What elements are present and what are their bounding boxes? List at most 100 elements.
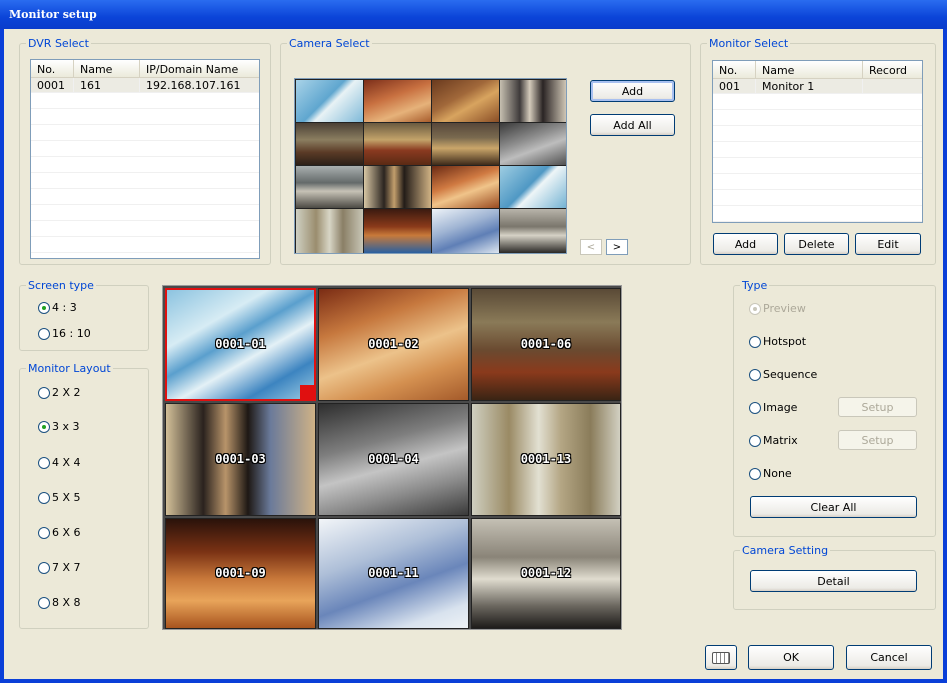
camera-add-all-button[interactable]: Add All xyxy=(590,114,675,136)
screen-type-16-10-radio[interactable]: 16 : 10 xyxy=(38,327,91,340)
camera-setting-legend: Camera Setting xyxy=(742,544,829,557)
monitor-tile[interactable]: 0001-06 xyxy=(471,288,621,401)
camera-thumb-8[interactable] xyxy=(500,123,566,165)
tile-label: 0001-13 xyxy=(520,451,572,466)
layout-2x2-radio[interactable]: 2 X 2 xyxy=(38,386,81,399)
dvr-list-header: No. Name IP/Domain Name xyxy=(31,60,259,78)
type-matrix-radio[interactable]: Matrix xyxy=(749,434,798,447)
radio-dot xyxy=(749,401,761,414)
monitor-layout-legend: Monitor Layout xyxy=(28,362,111,375)
layout-4x4-radio[interactable]: 4 X 4 xyxy=(38,456,81,469)
clear-all-button[interactable]: Clear All xyxy=(750,496,917,518)
camera-thumb-12[interactable] xyxy=(500,166,566,208)
radio-dot xyxy=(749,434,761,447)
tile-label: 0001-06 xyxy=(520,336,572,351)
radio-dot xyxy=(38,301,50,314)
tile-label: 0001-11 xyxy=(368,565,419,580)
monitor-tile[interactable]: 0001-12 xyxy=(471,518,621,629)
type-image-radio[interactable]: Image xyxy=(749,401,797,414)
type-hotspot-radio[interactable]: Hotspot xyxy=(749,335,806,348)
monitor-setup-window: Monitor setup DVR Select No. Name IP/Dom… xyxy=(0,0,947,683)
camera-thumb-13[interactable] xyxy=(296,209,363,253)
type-legend: Type xyxy=(742,279,768,292)
tile-label: 0001-03 xyxy=(215,451,266,466)
layout-3x3-label: 3 x 3 xyxy=(52,420,80,433)
camera-prev-page-button[interactable]: < xyxy=(580,239,602,255)
radio-dot xyxy=(38,456,50,469)
monitor-add-button[interactable]: Add xyxy=(713,233,778,255)
camera-thumb-7[interactable] xyxy=(432,123,499,165)
monitor-tile[interactable]: 0001-13 xyxy=(471,403,621,516)
camera-thumb-2[interactable] xyxy=(364,80,431,122)
type-none-radio[interactable]: None xyxy=(749,467,792,480)
camera-thumb-11[interactable] xyxy=(432,166,499,208)
dvr-row[interactable]: 0001 161 192.168.107.161 xyxy=(31,78,259,93)
monitor-edit-button[interactable]: Edit xyxy=(855,233,921,255)
ok-button[interactable]: OK xyxy=(748,645,834,670)
camera-thumb-6[interactable] xyxy=(364,123,431,165)
radio-dot xyxy=(749,335,761,348)
camera-next-page-button[interactable]: > xyxy=(606,239,628,255)
monitor-list-header: No. Name Record xyxy=(713,61,922,79)
monitor-tile[interactable]: 0001-01 xyxy=(165,288,316,401)
dialog-client-area: DVR Select No. Name IP/Domain Name 0001 … xyxy=(4,29,943,679)
camera-thumb-10[interactable] xyxy=(364,166,431,208)
radio-dot xyxy=(38,491,50,504)
column-header-no[interactable]: No. xyxy=(31,60,74,77)
matrix-setup-button[interactable]: Setup xyxy=(838,430,917,450)
monitor-tile[interactable]: 0001-11 xyxy=(318,518,469,629)
dvr-list-empty-rows xyxy=(31,93,259,258)
column-header-record[interactable]: Record xyxy=(863,61,922,78)
image-setup-button[interactable]: Setup xyxy=(838,397,917,417)
monitor-row-no: 001 xyxy=(713,79,756,93)
layout-8x8-radio[interactable]: 8 X 8 xyxy=(38,596,81,609)
monitor-preview-grid[interactable]: 0001-01 0001-02 0001-06 0001-03 0001-04 … xyxy=(162,285,622,630)
dvr-list[interactable]: No. Name IP/Domain Name 0001 161 192.168… xyxy=(30,59,260,259)
type-sequence-radio[interactable]: Sequence xyxy=(749,368,817,381)
type-hotspot-label: Hotspot xyxy=(763,335,807,348)
camera-add-button[interactable]: Add xyxy=(590,80,675,102)
screen-type-4-3-radio[interactable]: 4 : 3 xyxy=(38,301,77,314)
type-none-label: None xyxy=(763,467,792,480)
monitor-select-legend: Monitor Select xyxy=(709,37,789,50)
camera-thumb-16[interactable] xyxy=(500,209,566,253)
screen-type-4-3-label: 4 : 3 xyxy=(52,301,77,314)
column-header-ip[interactable]: IP/Domain Name xyxy=(140,60,259,77)
layout-6x6-radio[interactable]: 6 X 6 xyxy=(38,526,81,539)
monitor-tile[interactable]: 0001-03 xyxy=(165,403,316,516)
monitor-tile[interactable]: 0001-09 xyxy=(165,518,316,629)
radio-dot xyxy=(38,561,50,574)
type-preview-radio[interactable]: Preview xyxy=(749,302,806,315)
column-header-name[interactable]: Name xyxy=(756,61,863,78)
camera-thumb-1[interactable] xyxy=(296,80,363,122)
layout-3x3-radio[interactable]: 3 x 3 xyxy=(38,420,80,433)
cancel-button[interactable]: Cancel xyxy=(846,645,932,670)
camera-thumb-5[interactable] xyxy=(296,123,363,165)
camera-thumb-14[interactable] xyxy=(364,209,431,253)
layout-5x5-radio[interactable]: 5 X 5 xyxy=(38,491,81,504)
monitor-list[interactable]: No. Name Record 001 Monitor 1 xyxy=(712,60,923,223)
camera-detail-button[interactable]: Detail xyxy=(750,570,917,592)
layout-7x7-radio[interactable]: 7 X 7 xyxy=(38,561,81,574)
radio-dot xyxy=(38,386,50,399)
camera-thumb-3[interactable] xyxy=(432,80,499,122)
selected-corner-marker xyxy=(300,385,314,399)
monitor-delete-button[interactable]: Delete xyxy=(784,233,849,255)
camera-thumbnails[interactable] xyxy=(294,78,567,254)
camera-thumb-9[interactable] xyxy=(296,166,363,208)
column-header-no[interactable]: No. xyxy=(713,61,756,78)
monitor-row[interactable]: 001 Monitor 1 xyxy=(713,79,922,94)
column-header-name[interactable]: Name xyxy=(74,60,140,77)
camera-select-legend: Camera Select xyxy=(289,37,370,50)
screen-type-legend: Screen type xyxy=(28,279,94,292)
type-image-label: Image xyxy=(763,401,798,414)
type-preview-label: Preview xyxy=(763,302,806,315)
tile-label: 0001-12 xyxy=(520,565,572,580)
tile-label: 0001-04 xyxy=(368,451,419,466)
monitor-tile[interactable]: 0001-02 xyxy=(318,288,469,401)
keyboard-icon xyxy=(712,651,730,664)
camera-thumb-15[interactable] xyxy=(432,209,499,253)
camera-thumb-4[interactable] xyxy=(500,80,566,122)
monitor-tile[interactable]: 0001-04 xyxy=(318,403,469,516)
keyboard-button[interactable] xyxy=(705,645,737,670)
